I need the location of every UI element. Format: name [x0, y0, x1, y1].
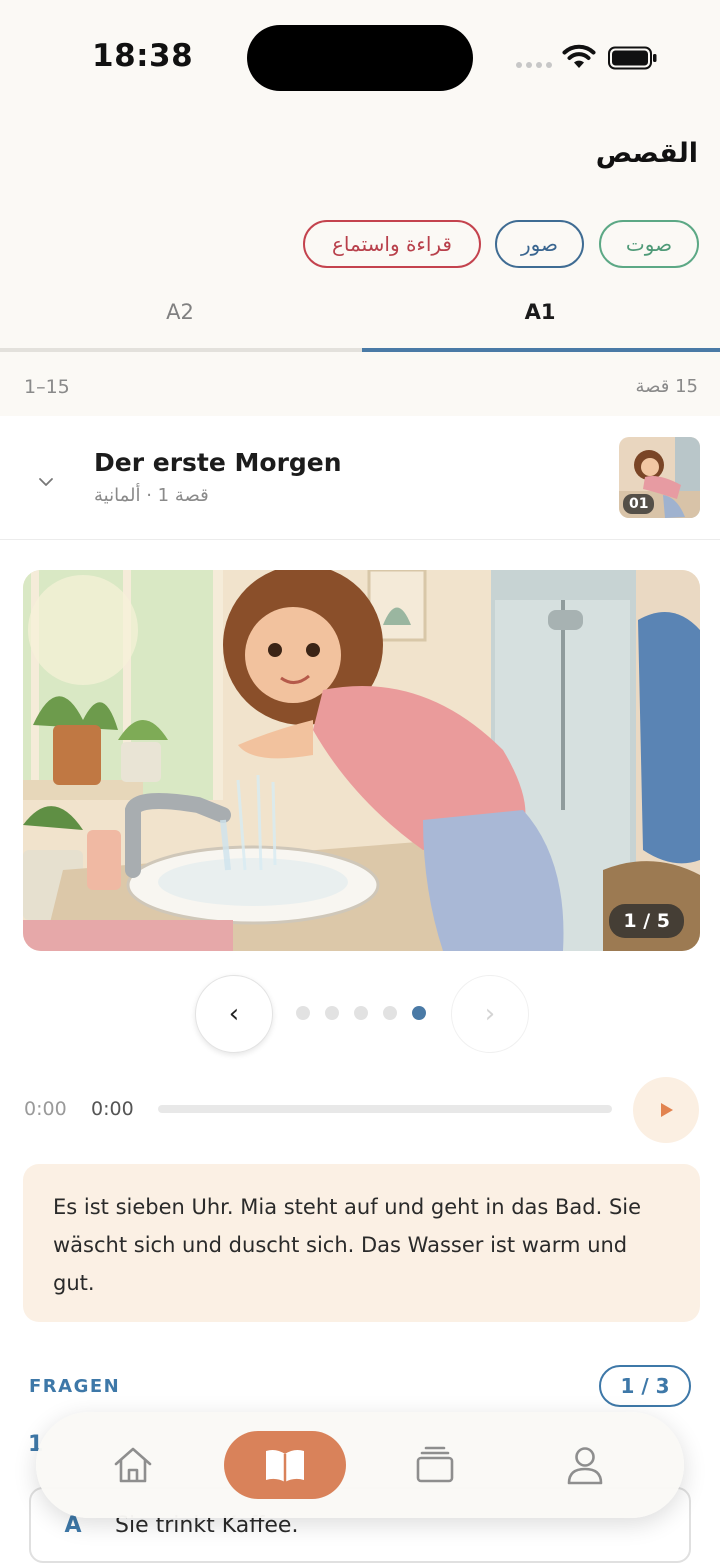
image-counter: 1 / 5: [609, 904, 684, 938]
cellular-signal-icon: [516, 62, 552, 68]
tab-level-a1[interactable]: A1: [360, 300, 720, 352]
tab-level-a2[interactable]: A2: [0, 300, 360, 352]
bottom-nav: [36, 1412, 684, 1518]
question-progress-badge: 1 / 3: [599, 1365, 691, 1407]
carousel-dot[interactable]: [354, 1006, 368, 1020]
filter-chip-read-listen[interactable]: قراءة واستماع: [303, 220, 481, 268]
tab-active-indicator: [362, 348, 720, 352]
play-icon: [661, 1103, 673, 1117]
battery-icon: [608, 46, 657, 70]
cards-stack-icon: [416, 1446, 454, 1483]
filter-chip-images[interactable]: صور: [495, 220, 584, 268]
nav-home[interactable]: [96, 1431, 170, 1499]
page-title: القصص: [595, 138, 698, 169]
story-count: 15 قصة: [635, 376, 699, 397]
thumbnail-number: 01: [623, 494, 655, 514]
story-title: Der erste Morgen: [94, 448, 342, 477]
bathroom-scene-image: [23, 570, 700, 951]
nav-flashcards[interactable]: [398, 1431, 472, 1499]
story-illustration[interactable]: [23, 570, 700, 951]
questions-label: FRAGEN: [29, 1376, 121, 1397]
story-subtitle: قصة 1 · ألمانية: [94, 485, 209, 506]
story-header[interactable]: [0, 416, 720, 540]
dynamic-island: [247, 25, 473, 91]
wifi-icon: [562, 44, 596, 68]
audio-time-remaining: 0:00: [24, 1098, 67, 1120]
open-book-icon: [266, 1450, 304, 1482]
carousel-dot-active[interactable]: [412, 1006, 426, 1020]
carousel-dot[interactable]: [296, 1006, 310, 1020]
previous-image-button[interactable]: ‹: [195, 975, 273, 1053]
carousel-dots: [296, 1006, 426, 1020]
audio-progress-bar[interactable]: [158, 1105, 612, 1113]
status-time: 18:38: [92, 38, 194, 74]
filter-chip-audio[interactable]: صوت: [599, 220, 699, 268]
next-image-button[interactable]: ›: [451, 975, 529, 1053]
story-text: Es ist sieben Uhr. Mia steht auf und geh…: [23, 1164, 700, 1322]
profile-icon: [567, 1447, 603, 1485]
home-icon: [114, 1447, 152, 1483]
carousel-dot[interactable]: [383, 1006, 397, 1020]
carousel-dot[interactable]: [325, 1006, 339, 1020]
story-thumbnail[interactable]: 01: [619, 437, 700, 518]
list-range: 1–15: [24, 376, 70, 398]
nav-profile[interactable]: [548, 1431, 622, 1499]
audio-time-current: 0:00: [91, 1098, 134, 1120]
nav-stories[interactable]: [224, 1431, 346, 1499]
chevron-down-icon[interactable]: [36, 472, 56, 492]
play-button[interactable]: [633, 1077, 699, 1143]
